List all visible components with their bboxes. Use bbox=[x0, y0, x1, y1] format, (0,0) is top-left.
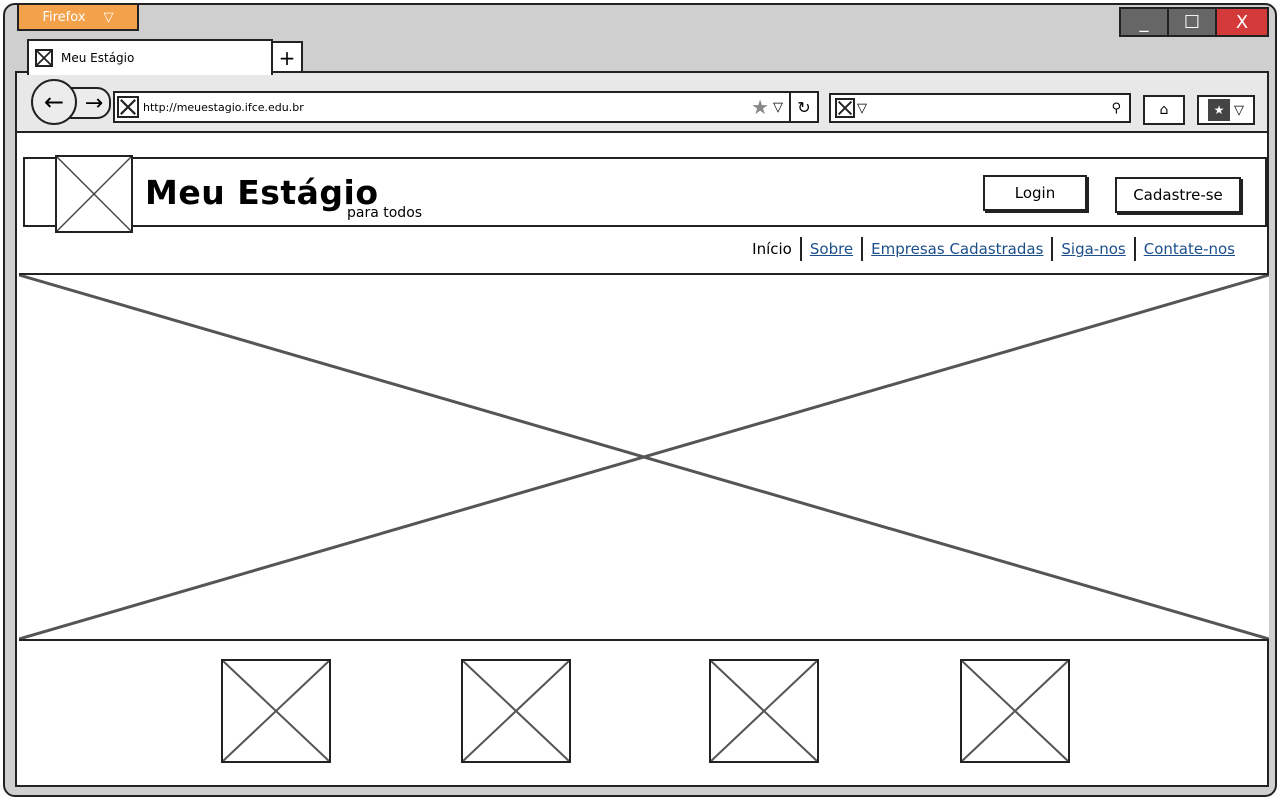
back-button[interactable]: ← bbox=[31, 79, 77, 125]
site-title: Meu Estágio bbox=[145, 173, 379, 212]
thumbnail-placeholder-icon bbox=[221, 659, 331, 763]
home-icon: ⌂ bbox=[1159, 102, 1169, 118]
search-input[interactable]: ▽ ⚲ bbox=[829, 93, 1131, 123]
maximize-icon: ☐ bbox=[1183, 11, 1201, 33]
plus-icon: + bbox=[278, 46, 296, 70]
arrow-left-icon: ← bbox=[43, 88, 65, 116]
reload-icon[interactable]: ↻ bbox=[789, 92, 817, 122]
maximize-button[interactable]: ☐ bbox=[1167, 7, 1217, 37]
search-engine-icon[interactable] bbox=[835, 98, 855, 118]
browser-toolbar: → ← http://meuestagio.ifce.edu.br ★ ▽ ↻ … bbox=[15, 71, 1269, 133]
page-content: Meu Estágio para todos Login Cadastre-se… bbox=[15, 133, 1269, 787]
nav-item-contate-nos[interactable]: Contate-nos bbox=[1136, 240, 1243, 258]
url-text: http://meuestagio.ifce.edu.br bbox=[143, 100, 304, 114]
minimize-button[interactable]: _ bbox=[1119, 7, 1169, 37]
close-icon: X bbox=[1235, 11, 1249, 33]
image-placeholder-icon bbox=[35, 49, 53, 67]
close-button[interactable]: X bbox=[1215, 7, 1269, 37]
chevron-down-icon[interactable]: ▽ bbox=[857, 101, 867, 116]
logo-placeholder-icon bbox=[55, 155, 133, 233]
tab-title: Meu Estágio bbox=[61, 51, 135, 65]
thumbnail-row bbox=[17, 657, 1271, 767]
firefox-menu-button[interactable]: Firefox ▽ bbox=[17, 5, 139, 31]
chevron-down-icon[interactable]: ▽ bbox=[773, 100, 783, 115]
nav-item-siga-nos[interactable]: Siga-nos bbox=[1053, 240, 1133, 258]
window-controls: _ ☐ X bbox=[1119, 7, 1269, 37]
browser-window: Firefox ▽ _ ☐ X Meu Estágio + → ← http:/… bbox=[3, 3, 1277, 797]
site-favicon-icon bbox=[117, 96, 139, 118]
site-subtitle: para todos bbox=[347, 205, 423, 221]
firefox-menu-label: Firefox bbox=[42, 9, 86, 25]
search-icon[interactable]: ⚲ bbox=[1111, 101, 1121, 116]
thumbnail-placeholder-icon bbox=[461, 659, 571, 763]
nav-item-empresas[interactable]: Empresas Cadastradas bbox=[863, 240, 1051, 258]
bookmark-star-icon[interactable]: ★ bbox=[751, 95, 769, 119]
chevron-down-icon: ▽ bbox=[103, 9, 114, 25]
nav-item-inicio[interactable]: Início bbox=[744, 240, 800, 258]
minimize-icon: _ bbox=[1139, 11, 1149, 33]
new-tab-button[interactable]: + bbox=[271, 41, 303, 73]
thumbnail-placeholder-icon bbox=[960, 659, 1070, 763]
login-button[interactable]: Login bbox=[983, 175, 1087, 211]
hero-image-placeholder bbox=[19, 273, 1269, 641]
signup-button[interactable]: Cadastre-se bbox=[1115, 177, 1241, 213]
nav-item-sobre[interactable]: Sobre bbox=[802, 240, 861, 258]
thumbnail-placeholder-icon bbox=[709, 659, 819, 763]
home-button[interactable]: ⌂ bbox=[1143, 95, 1185, 125]
bookmarks-icon: ★ bbox=[1208, 99, 1230, 121]
address-bar[interactable]: http://meuestagio.ifce.edu.br ★ ▽ ↻ bbox=[113, 91, 819, 123]
arrow-right-icon: → bbox=[84, 90, 104, 116]
bookmarks-button[interactable]: ★ ▽ bbox=[1197, 95, 1255, 125]
chevron-down-icon: ▽ bbox=[1234, 102, 1244, 118]
main-nav: Início Sobre Empresas Cadastradas Siga-n… bbox=[744, 237, 1243, 261]
browser-tab[interactable]: Meu Estágio bbox=[27, 39, 273, 75]
